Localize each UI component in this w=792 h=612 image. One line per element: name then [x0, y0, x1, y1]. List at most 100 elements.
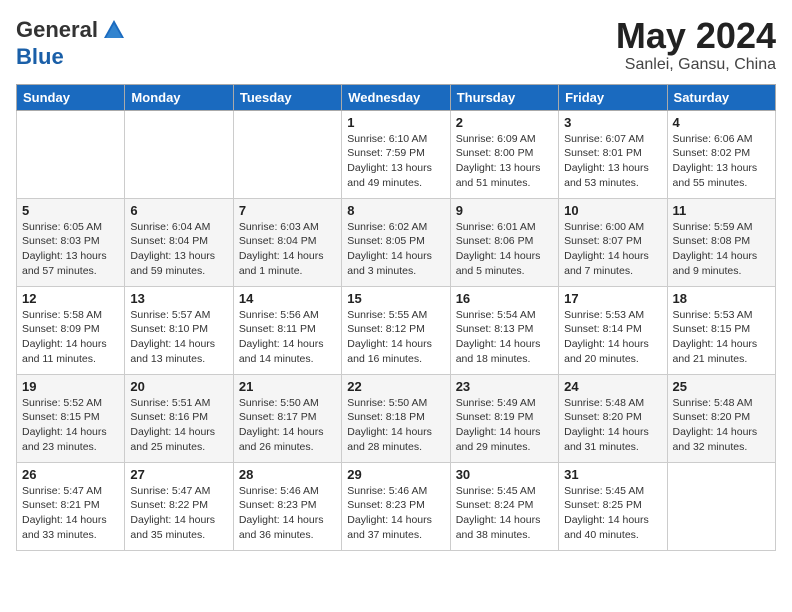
calendar-cell: 28 Sunrise: 5:46 AM Sunset: 8:23 PM Dayli… — [233, 462, 341, 550]
day-info: Sunrise: 5:46 AM Sunset: 8:23 PM Dayligh… — [347, 484, 444, 543]
day-number: 9 — [456, 203, 553, 218]
location-subtitle: Sanlei, Gansu, China — [616, 56, 776, 74]
calendar-cell: 8 Sunrise: 6:02 AM Sunset: 8:05 PM Daylig… — [342, 198, 450, 286]
day-number: 28 — [239, 467, 336, 482]
calendar-cell: 7 Sunrise: 6:03 AM Sunset: 8:04 PM Daylig… — [233, 198, 341, 286]
calendar-cell: 29 Sunrise: 5:46 AM Sunset: 8:23 PM Dayli… — [342, 462, 450, 550]
day-number: 22 — [347, 379, 444, 394]
col-monday: Monday — [125, 84, 233, 110]
col-friday: Friday — [559, 84, 667, 110]
calendar-cell: 30 Sunrise: 5:45 AM Sunset: 8:24 PM Dayli… — [450, 462, 558, 550]
logo-blue-text: Blue — [16, 44, 64, 70]
calendar-cell — [125, 110, 233, 198]
day-number: 23 — [456, 379, 553, 394]
day-number: 27 — [130, 467, 227, 482]
col-tuesday: Tuesday — [233, 84, 341, 110]
calendar-cell: 31 Sunrise: 5:45 AM Sunset: 8:25 PM Dayli… — [559, 462, 667, 550]
calendar-cell: 23 Sunrise: 5:49 AM Sunset: 8:19 PM Dayli… — [450, 374, 558, 462]
day-info: Sunrise: 5:45 AM Sunset: 8:25 PM Dayligh… — [564, 484, 661, 543]
calendar-cell: 18Sunrise: 5:53 AM Sunset: 8:15 PM Dayli… — [667, 286, 775, 374]
calendar-cell — [667, 462, 775, 550]
day-number: 31 — [564, 467, 661, 482]
calendar-cell: 21 Sunrise: 5:50 AM Sunset: 8:17 PM Dayli… — [233, 374, 341, 462]
title-block: May 2024 Sanlei, Gansu, China — [616, 16, 776, 74]
calendar-week-1: 1 Sunrise: 6:10 AM Sunset: 7:59 PM Daylig… — [17, 110, 776, 198]
calendar-cell: 25 Sunrise: 5:48 AM Sunset: 8:20 PM Dayli… — [667, 374, 775, 462]
col-wednesday: Wednesday — [342, 84, 450, 110]
col-sunday: Sunday — [17, 84, 125, 110]
day-number: 14 — [239, 291, 336, 306]
day-info: Sunrise: 5:49 AM Sunset: 8:19 PM Dayligh… — [456, 396, 553, 455]
day-number: 4 — [673, 115, 770, 130]
calendar-cell: 13Sunrise: 5:57 AM Sunset: 8:10 PM Dayli… — [125, 286, 233, 374]
day-info: Sunrise: 5:48 AM Sunset: 8:20 PM Dayligh… — [673, 396, 770, 455]
day-info: Sunrise: 6:10 AM Sunset: 7:59 PM Dayligh… — [347, 132, 444, 191]
calendar-week-3: 12Sunrise: 5:58 AM Sunset: 8:09 PM Dayli… — [17, 286, 776, 374]
day-number: 17 — [564, 291, 661, 306]
day-info: Sunrise: 5:48 AM Sunset: 8:20 PM Dayligh… — [564, 396, 661, 455]
day-number: 21 — [239, 379, 336, 394]
day-info: Sunrise: 6:01 AM Sunset: 8:06 PM Dayligh… — [456, 220, 553, 279]
calendar-cell: 1 Sunrise: 6:10 AM Sunset: 7:59 PM Daylig… — [342, 110, 450, 198]
logo: General Blue — [16, 16, 128, 70]
calendar-week-2: 5Sunrise: 6:05 AM Sunset: 8:03 PM Daylig… — [17, 198, 776, 286]
day-number: 24 — [564, 379, 661, 394]
month-year-title: May 2024 — [616, 16, 776, 56]
day-info: Sunrise: 5:51 AM Sunset: 8:16 PM Dayligh… — [130, 396, 227, 455]
calendar-cell: 4 Sunrise: 6:06 AM Sunset: 8:02 PM Daylig… — [667, 110, 775, 198]
day-info: Sunrise: 6:02 AM Sunset: 8:05 PM Dayligh… — [347, 220, 444, 279]
day-number: 26 — [22, 467, 119, 482]
day-number: 30 — [456, 467, 553, 482]
day-info: Sunrise: 6:00 AM Sunset: 8:07 PM Dayligh… — [564, 220, 661, 279]
calendar-cell: 16Sunrise: 5:54 AM Sunset: 8:13 PM Dayli… — [450, 286, 558, 374]
day-number: 10 — [564, 203, 661, 218]
calendar-cell — [233, 110, 341, 198]
col-saturday: Saturday — [667, 84, 775, 110]
calendar-cell: 2 Sunrise: 6:09 AM Sunset: 8:00 PM Daylig… — [450, 110, 558, 198]
calendar-week-5: 26 Sunrise: 5:47 AM Sunset: 8:21 PM Dayli… — [17, 462, 776, 550]
logo-general-text: General — [16, 17, 98, 43]
day-info: Sunrise: 6:09 AM Sunset: 8:00 PM Dayligh… — [456, 132, 553, 191]
calendar-cell — [17, 110, 125, 198]
calendar-cell: 12Sunrise: 5:58 AM Sunset: 8:09 PM Dayli… — [17, 286, 125, 374]
day-info: Sunrise: 5:53 AM Sunset: 8:14 PM Dayligh… — [564, 308, 661, 367]
day-number: 8 — [347, 203, 444, 218]
logo-icon — [100, 16, 128, 44]
day-number: 1 — [347, 115, 444, 130]
day-number: 19 — [22, 379, 119, 394]
day-info: Sunrise: 5:45 AM Sunset: 8:24 PM Dayligh… — [456, 484, 553, 543]
day-info: Sunrise: 5:50 AM Sunset: 8:17 PM Dayligh… — [239, 396, 336, 455]
day-info: Sunrise: 5:52 AM Sunset: 8:15 PM Dayligh… — [22, 396, 119, 455]
page-header: General Blue May 2024 Sanlei, Gansu, Chi… — [16, 16, 776, 74]
day-info: Sunrise: 6:07 AM Sunset: 8:01 PM Dayligh… — [564, 132, 661, 191]
day-info: Sunrise: 6:06 AM Sunset: 8:02 PM Dayligh… — [673, 132, 770, 191]
day-number: 25 — [673, 379, 770, 394]
day-info: Sunrise: 6:03 AM Sunset: 8:04 PM Dayligh… — [239, 220, 336, 279]
calendar-header-row: Sunday Monday Tuesday Wednesday Thursday… — [17, 84, 776, 110]
day-info: Sunrise: 5:47 AM Sunset: 8:22 PM Dayligh… — [130, 484, 227, 543]
day-info: Sunrise: 5:55 AM Sunset: 8:12 PM Dayligh… — [347, 308, 444, 367]
calendar-cell: 15Sunrise: 5:55 AM Sunset: 8:12 PM Dayli… — [342, 286, 450, 374]
day-info: Sunrise: 5:46 AM Sunset: 8:23 PM Dayligh… — [239, 484, 336, 543]
day-info: Sunrise: 5:56 AM Sunset: 8:11 PM Dayligh… — [239, 308, 336, 367]
day-info: Sunrise: 5:50 AM Sunset: 8:18 PM Dayligh… — [347, 396, 444, 455]
col-thursday: Thursday — [450, 84, 558, 110]
day-number: 6 — [130, 203, 227, 218]
calendar-cell: 6Sunrise: 6:04 AM Sunset: 8:04 PM Daylig… — [125, 198, 233, 286]
day-number: 5 — [22, 203, 119, 218]
day-info: Sunrise: 5:47 AM Sunset: 8:21 PM Dayligh… — [22, 484, 119, 543]
day-number: 13 — [130, 291, 227, 306]
day-number: 20 — [130, 379, 227, 394]
calendar-table: Sunday Monday Tuesday Wednesday Thursday… — [16, 84, 776, 551]
calendar-cell: 20 Sunrise: 5:51 AM Sunset: 8:16 PM Dayli… — [125, 374, 233, 462]
day-number: 2 — [456, 115, 553, 130]
day-number: 18 — [673, 291, 770, 306]
calendar-cell: 3Sunrise: 6:07 AM Sunset: 8:01 PM Daylig… — [559, 110, 667, 198]
day-info: Sunrise: 5:59 AM Sunset: 8:08 PM Dayligh… — [673, 220, 770, 279]
calendar-cell: 22 Sunrise: 5:50 AM Sunset: 8:18 PM Dayli… — [342, 374, 450, 462]
calendar-cell: 17 Sunrise: 5:53 AM Sunset: 8:14 PM Dayli… — [559, 286, 667, 374]
day-number: 29 — [347, 467, 444, 482]
day-number: 12 — [22, 291, 119, 306]
day-number: 7 — [239, 203, 336, 218]
day-info: Sunrise: 5:54 AM Sunset: 8:13 PM Dayligh… — [456, 308, 553, 367]
